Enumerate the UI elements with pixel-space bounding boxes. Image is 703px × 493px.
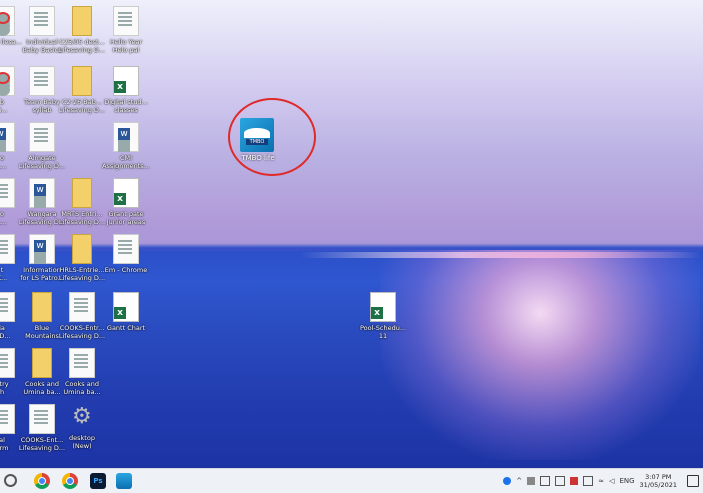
- folder-file-icon: [72, 66, 92, 96]
- desktop-icon[interactable]: Cooks and Umina ba...: [52, 348, 112, 396]
- folder-file-icon: [32, 292, 52, 322]
- desktop-icon[interactable]: desktop (New): [52, 404, 112, 450]
- desktop-icon[interactable]: Em - Chrome: [96, 234, 156, 274]
- taskbar: Ps ^ ≈ ◁ ENG 3:07 PM 31/05/2021: [0, 468, 703, 493]
- battery-icon[interactable]: [583, 476, 594, 486]
- desktop-icon-label: Almgate Lifesaving D...: [18, 154, 66, 170]
- language-indicator[interactable]: ENG: [619, 477, 634, 485]
- word-file-icon: [113, 122, 139, 152]
- chevron-up-icon[interactable]: ^: [516, 477, 522, 485]
- gear-file-icon: [70, 404, 94, 432]
- cloud-icon[interactable]: [527, 477, 536, 485]
- desktop-icon-label: Em - Chrome: [104, 266, 148, 274]
- desktop-icon-label: CMI Assignments...: [102, 154, 150, 170]
- doc-file-icon: [113, 6, 139, 36]
- desktop-icon[interactable]: Digital stud... classes: [96, 66, 156, 114]
- doc-file-icon: [69, 292, 95, 322]
- photos-taskbar-icon[interactable]: [116, 473, 132, 489]
- clock[interactable]: 3:07 PM 31/05/2021: [640, 473, 677, 489]
- xls-file-icon: [113, 66, 139, 96]
- desktop-file-pool-schedule[interactable]: Pool-Schedu... 11: [353, 292, 413, 340]
- xls-file-icon: [113, 178, 139, 208]
- folder-file-icon: [72, 178, 92, 208]
- shield-icon[interactable]: [570, 477, 579, 485]
- desktop-icon-label: Digital stud... classes: [104, 98, 148, 114]
- notification-center-icon[interactable]: [687, 475, 699, 487]
- desktop-icon[interactable]: Grant pate Junior areas: [96, 178, 156, 226]
- clock-date: 31/05/2021: [639, 481, 677, 489]
- desktop-icon[interactable]: CMI Assignments...: [96, 122, 156, 170]
- search-icon[interactable]: [4, 474, 17, 487]
- desktop-icon-label: Grant pate Junior areas: [106, 210, 146, 226]
- wifi-icon[interactable]: ≈: [598, 477, 604, 485]
- desktop-icon-label: Hello Year Helo pal: [109, 38, 143, 54]
- doc-file-icon: [113, 234, 139, 264]
- folder-file-icon: [32, 348, 52, 378]
- excel-file-icon: [370, 292, 396, 322]
- folder-file-icon: [72, 6, 92, 36]
- xls-file-icon: [113, 292, 139, 322]
- chrome-profile-taskbar-icon[interactable]: [62, 473, 78, 489]
- desktop-icon[interactable]: Gantt Chart: [96, 292, 156, 332]
- red-annotation-circle: [228, 98, 316, 176]
- desktop-icon[interactable]: Almgate Lifesaving D...: [12, 122, 72, 170]
- system-tray: ^ ≈ ◁ ENG 3:07 PM 31/05/2021: [503, 469, 677, 493]
- help-icon[interactable]: [503, 477, 512, 485]
- desktop-icon[interactable]: Hello Year Helo pal: [96, 6, 156, 54]
- sun-glow: [380, 250, 700, 460]
- desktop-file-label: Pool-Schedu... 11: [359, 324, 407, 340]
- display-icon[interactable]: [540, 476, 551, 486]
- volume-icon[interactable]: ◁: [609, 477, 614, 485]
- folder-file-icon: [72, 234, 92, 264]
- desktop-icon-label: Gantt Chart: [106, 324, 146, 332]
- network-icon[interactable]: [555, 476, 566, 486]
- photoshop-taskbar-icon[interactable]: Ps: [90, 473, 106, 489]
- clock-time: 3:07 PM: [645, 473, 672, 481]
- doc-file-icon: [69, 348, 95, 378]
- doc-file-icon: [29, 122, 55, 152]
- desktop-icon-label: desktop (New): [69, 434, 95, 450]
- chrome-taskbar-icon[interactable]: [34, 473, 50, 489]
- desktop-icon-label: Cooks and Umina ba...: [63, 380, 101, 396]
